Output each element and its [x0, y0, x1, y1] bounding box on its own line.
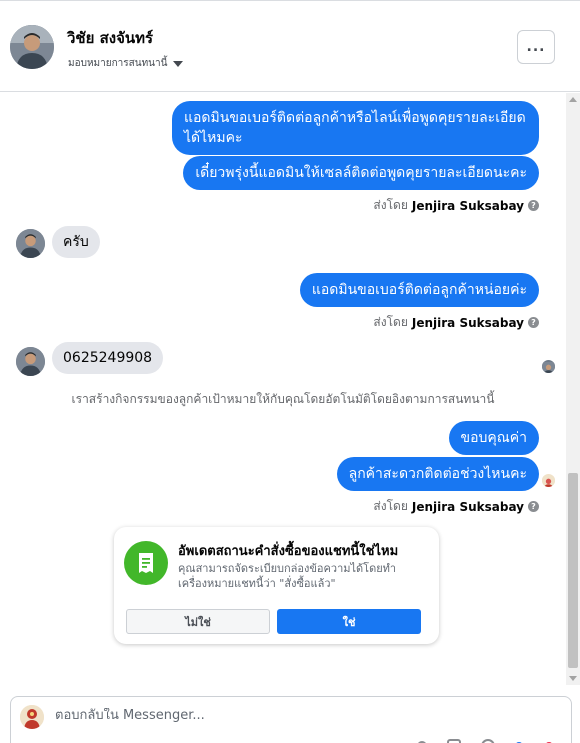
question-icon[interactable]: ? — [528, 317, 539, 328]
assign-conversation-dropdown[interactable]: มอบหมายการสนทนานี้ — [68, 56, 184, 71]
scroll-thumb[interactable] — [568, 473, 578, 668]
outgoing-message[interactable]: ขอบคุณค่า — [448, 421, 539, 455]
person-photo-icon — [16, 347, 45, 376]
page-avatar — [20, 705, 44, 729]
message-text: 0625249908 — [63, 350, 153, 366]
message-text: แอดมินขอเบอร์ติดต่อลูกค้าหน่อยค่ะ — [311, 282, 527, 298]
scroll-down-arrow-icon[interactable] — [569, 676, 577, 681]
person-photo-icon — [542, 362, 555, 373]
message-thread: แอดมินขอเบอร์ติดต่อลูกค้าหรือไลน์เพื่อพู… — [0, 93, 566, 685]
confirm-button[interactable]: ใช่ — [277, 609, 421, 634]
order-status-prompt-card: อัพเดตสถานะคำสั่งซื้อของแชทนี้ใช่ไหม คุณ… — [114, 527, 439, 644]
emoji-icon[interactable] — [481, 739, 495, 743]
outgoing-message[interactable]: เดี๋ยวพรุ่งนี้แอดมินให้เซลล์ติดต่อพูดคุย… — [183, 156, 539, 190]
reply-composer — [10, 696, 572, 743]
outgoing-message[interactable]: แอดมินขอเบอร์ติดต่อลูกค้าหรือไลน์เพื่อพู… — [172, 101, 539, 155]
seen-avatar — [542, 360, 555, 373]
assign-label: มอบหมายการสนทนานี้ — [68, 58, 168, 69]
message-text: ลูกค้าสะดวกติดต่อช่วงไหนคะ — [348, 466, 527, 482]
sent-by-prefix: ส่งโดย — [373, 315, 408, 329]
question-icon[interactable]: ? — [528, 501, 539, 512]
image-icon[interactable] — [447, 739, 461, 743]
decline-button[interactable]: ไม่ใช่ — [126, 609, 270, 634]
message-text: ได้ไหมคะ — [184, 130, 243, 146]
sent-by-label: ส่งโดย Jenjira Suksabay ? — [373, 497, 539, 516]
person-photo-icon — [16, 229, 45, 258]
message-text: ขอบคุณค่า — [460, 430, 527, 446]
decline-label: ไม่ใช่ — [185, 615, 211, 629]
contact-avatar-small[interactable] — [16, 347, 45, 376]
outgoing-message[interactable]: ลูกค้าสะดวกติดต่อช่วงไหนคะ — [336, 457, 539, 491]
sender-name[interactable]: Jenjira Suksabay — [412, 316, 524, 330]
more-label: ... — [526, 39, 546, 55]
incoming-message[interactable]: ครับ — [52, 226, 100, 258]
message-text: แอดมินขอเบอร์ติดต่อลูกค้าหรือไลน์เพื่อพู… — [184, 110, 526, 126]
sender-name[interactable]: Jenjira Suksabay — [412, 199, 524, 213]
sent-by-label: ส่งโดย Jenjira Suksabay ? — [373, 313, 539, 332]
thread-scrollbar[interactable] — [566, 93, 580, 685]
reply-input[interactable] — [55, 708, 455, 723]
person-photo-icon — [10, 25, 54, 69]
contact-avatar[interactable] — [10, 25, 54, 69]
sent-by-label: ส่งโดย Jenjira Suksabay ? — [373, 196, 539, 215]
caret-down-icon — [173, 60, 184, 67]
order-receipt-icon — [124, 541, 168, 585]
question-icon[interactable]: ? — [528, 200, 539, 211]
receipt-icon — [139, 553, 153, 573]
message-text: เดี๋ยวพรุ่งนี้แอดมินให้เซลล์ติดต่อพูดคุย… — [195, 165, 527, 181]
seen-avatar — [542, 474, 555, 487]
person-photo-icon — [542, 476, 555, 487]
card-title: อัพเดตสถานะคำสั่งซื้อของแชทนี้ใช่ไหม — [178, 544, 399, 559]
message-text: ครับ — [63, 234, 89, 250]
sender-name[interactable]: Jenjira Suksabay — [412, 500, 524, 514]
outgoing-message[interactable]: แอดมินขอเบอร์ติดต่อลูกค้าหน่อยค่ะ — [299, 273, 539, 307]
sent-by-prefix: ส่งโดย — [373, 198, 408, 212]
page-logo-icon — [20, 705, 44, 729]
conversation-header: วิชัย สงจันทร์ มอบหมายการสนทนานี้ ... — [0, 0, 580, 92]
contact-name[interactable]: วิชัย สงจันทร์ — [67, 26, 153, 50]
system-notice: เราสร้างกิจกรรมของลูกค้าเป้าหมายให้กับคุ… — [71, 392, 495, 406]
contact-avatar-small[interactable] — [16, 229, 45, 258]
card-description: คุณสามารถจัดระเบียบกล่องข้อความได้โดยทำเ… — [178, 562, 397, 590]
incoming-message[interactable]: 0625249908 — [52, 342, 164, 374]
sent-by-prefix: ส่งโดย — [373, 499, 408, 513]
more-options-button[interactable]: ... — [517, 30, 555, 64]
header-top-border — [0, 0, 580, 3]
scroll-up-arrow-icon[interactable] — [569, 97, 577, 102]
confirm-label: ใช่ — [342, 615, 356, 629]
